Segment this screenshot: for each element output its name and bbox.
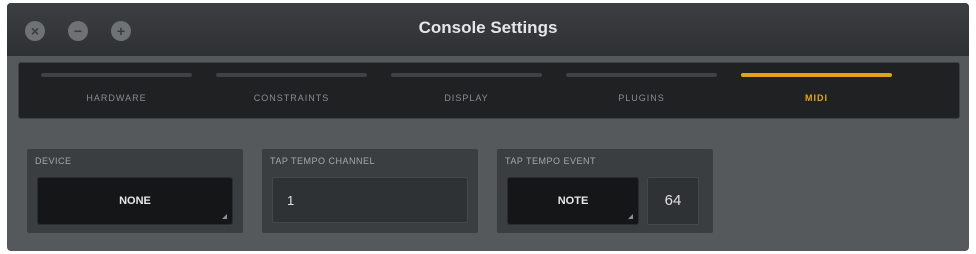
tab-indicator (566, 73, 717, 77)
dropdown-corner-icon (628, 214, 633, 219)
tab-indicator (391, 73, 542, 77)
window-title: Console Settings (418, 18, 558, 37)
tab-indicator (216, 73, 367, 77)
tab-plugins[interactable]: PLUGINS (554, 63, 729, 118)
device-panel: DEVICE NONE (27, 149, 243, 233)
settings-tab-bar: HARDWARE CONSTRAINTS DISPLAY PLUGINS MID… (18, 62, 960, 119)
title-bar: × − + Console Settings (7, 3, 969, 56)
tap-tempo-event-label: TAP TEMPO EVENT (505, 156, 597, 166)
tab-display[interactable]: DISPLAY (379, 63, 554, 118)
device-label: DEVICE (35, 156, 72, 166)
tab-label: DISPLAY (444, 93, 489, 103)
tab-midi[interactable]: MIDI (729, 63, 904, 118)
tap-tempo-event-type-value: NOTE (557, 195, 589, 207)
tab-indicator (41, 73, 192, 77)
device-select-button[interactable]: NONE (37, 177, 233, 225)
tap-tempo-channel-field[interactable]: 1 (272, 177, 468, 223)
console-settings-window: × − + Console Settings HARDWARE CONSTRAI… (7, 3, 969, 251)
tap-tempo-channel-value: 1 (287, 193, 295, 208)
tap-tempo-channel-label: TAP TEMPO CHANNEL (270, 156, 376, 166)
tap-tempo-event-number-field[interactable]: 64 (647, 177, 699, 225)
tab-indicator-active (741, 73, 892, 77)
tab-label: CONSTRAINTS (253, 93, 330, 103)
tap-tempo-event-type-button[interactable]: NOTE (507, 177, 639, 225)
tap-tempo-channel-panel: TAP TEMPO CHANNEL 1 (262, 149, 478, 233)
device-value: NONE (119, 195, 151, 207)
tab-label: HARDWARE (86, 93, 147, 103)
tab-constraints[interactable]: CONSTRAINTS (204, 63, 379, 118)
tap-tempo-event-number-value: 64 (664, 192, 682, 209)
dropdown-corner-icon (222, 214, 227, 219)
tab-label: MIDI (805, 93, 828, 103)
tab-hardware[interactable]: HARDWARE (29, 63, 204, 118)
tab-label: PLUGINS (618, 93, 665, 103)
tap-tempo-event-panel: TAP TEMPO EVENT NOTE 64 (497, 149, 713, 233)
